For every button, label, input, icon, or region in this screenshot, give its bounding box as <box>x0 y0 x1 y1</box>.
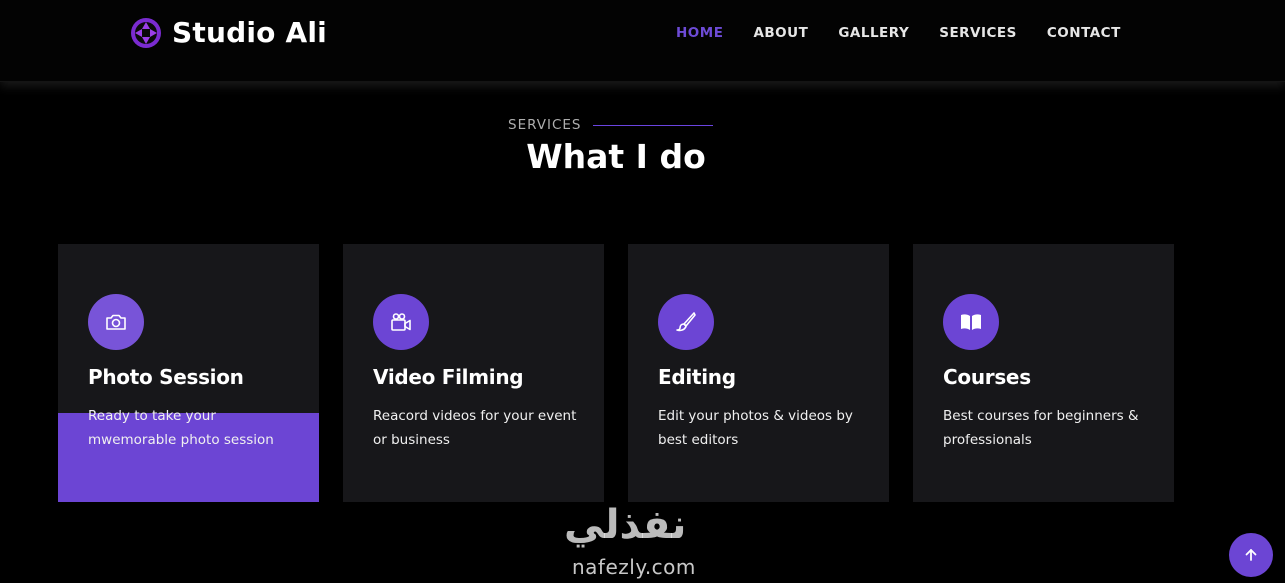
section-label-line <box>593 124 714 126</box>
icon-badge <box>943 294 999 350</box>
nav-gallery[interactable]: GALLERY <box>838 24 909 42</box>
service-card-courses[interactable]: Courses Best courses for beginners & pro… <box>913 244 1174 502</box>
video-camera-icon <box>391 313 411 331</box>
nav-contact[interactable]: CONTACT <box>1047 24 1121 42</box>
card-title: Courses <box>943 365 1031 389</box>
card-text: Edit your photos & videos by best editor… <box>658 408 853 448</box>
card-title: Editing <box>658 365 736 389</box>
service-card-photo-session[interactable]: Photo Session Ready to take your mwemora… <box>58 244 319 502</box>
nav-home[interactable]: HOME <box>676 24 723 42</box>
brand-name: Studio Ali <box>172 16 327 49</box>
arrow-up-icon <box>1245 549 1257 561</box>
card-text: Reacord videos for your event or busines… <box>373 408 577 448</box>
watermark-latin: nafezly.com <box>572 555 696 579</box>
card-text: Best courses for beginners & professiona… <box>943 408 1139 448</box>
main-nav: HOME ABOUT GALLERY SERVICES CONTACT <box>676 24 1151 42</box>
camera-icon <box>106 314 126 330</box>
nav-services[interactable]: SERVICES <box>939 24 1017 42</box>
section-label-text: SERVICES <box>508 117 582 133</box>
nav-about[interactable]: ABOUT <box>753 24 808 42</box>
navbar: Studio Ali HOME ABOUT GALLERY SERVICES C… <box>0 0 1285 82</box>
back-to-top-button[interactable] <box>1229 533 1273 577</box>
icon-badge <box>88 294 144 350</box>
icon-badge <box>373 294 429 350</box>
book-open-icon <box>961 314 981 330</box>
card-title: Video Filming <box>373 365 524 389</box>
section-label: SERVICES <box>508 117 714 133</box>
brand-link[interactable]: Studio Ali <box>130 17 327 49</box>
service-card-video-filming[interactable]: Video Filming Reacord videos for your ev… <box>343 244 604 502</box>
card-text: Ready to take your mwemorable photo sess… <box>88 408 274 448</box>
service-card-editing[interactable]: Editing Edit your photos & videos by bes… <box>628 244 889 502</box>
card-title: Photo Session <box>88 365 244 389</box>
section-title: What I do <box>526 137 706 176</box>
watermark-arabic: نفذلي <box>564 502 687 548</box>
paintbrush-icon <box>676 312 696 332</box>
watermark: نفذلي nafezly.com <box>560 500 730 583</box>
aperture-icon <box>131 18 161 48</box>
icon-badge <box>658 294 714 350</box>
